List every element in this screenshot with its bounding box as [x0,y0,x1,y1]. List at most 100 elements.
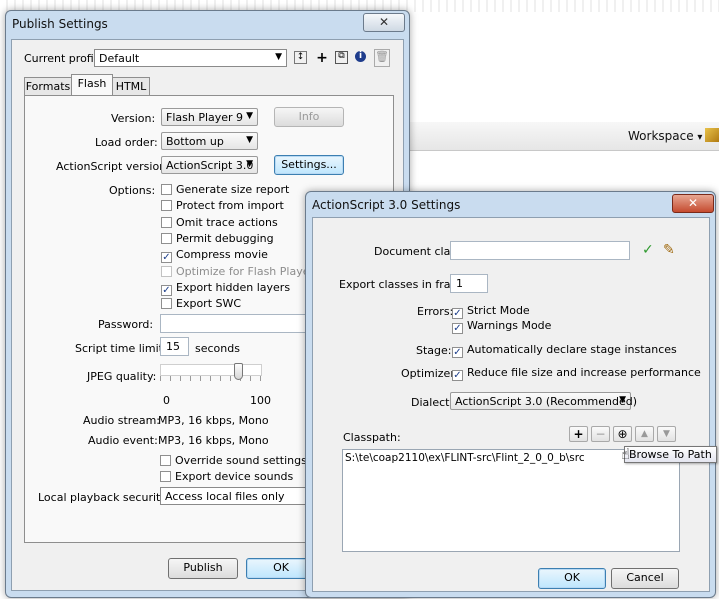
local-security-select[interactable]: Access local files only [160,487,320,505]
as-version-select[interactable]: ActionScript 3.0 ▼ [161,156,258,174]
dialect-select[interactable]: ActionScript 3.0 (Recommended) ▼ [450,392,637,410]
local-security-value: Access local files only [165,490,285,503]
script-limit-field[interactable]: 15 [160,337,189,356]
workspace-label: Workspace [628,129,694,143]
slider-ticks [160,376,262,381]
publish-titlebar: Publish Settings ✕ [6,11,409,35]
checkbox-box: ✓ [161,284,172,296]
chevron-down-icon: ▼ [275,52,282,62]
triangle-down-icon: ▼ [663,429,670,439]
jpeg-quality-slider[interactable] [160,363,262,382]
checkbox-box: ✓ [452,308,463,319]
option-checkbox[interactable]: Omit trace actions [161,216,278,230]
password-label: Password: [98,318,154,331]
optimizer-value-label: Reduce file size and increase performanc… [467,366,701,379]
add-profile-icon[interactable]: + [315,51,329,65]
duplicate-profile-icon[interactable]: ⧉ [335,51,348,64]
jpeg-quality-label: JPEG quality: [87,370,157,383]
as-settings-button[interactable]: Settings... [274,155,344,175]
workspace-menu[interactable]: Workspace ▾ [628,129,702,143]
profile-info-icon[interactable]: i [355,51,366,62]
info-button-label: Info [298,110,320,123]
tab-html[interactable]: HTML [112,77,150,95]
checkbox-box [160,471,171,482]
slider-thumb[interactable] [234,363,244,380]
optimizer-checkbox[interactable]: ✓ Reduce file size and increase performan… [452,366,701,381]
pencil-icon[interactable] [705,128,719,142]
option-label: Protect from import [176,199,284,213]
option-checkbox[interactable]: Export SWC [161,297,241,311]
as3-cancel-button[interactable]: Cancel [611,568,679,589]
checkbox-box [160,455,171,466]
checkbox-box [161,216,172,228]
add-path-button[interactable]: + [569,426,588,442]
move-up-button[interactable]: ▲ [635,426,654,442]
tab-html-label: HTML [115,80,147,93]
as3-client: Document class: ✓ ✎ Export classes in fr… [312,217,717,592]
optimizer-label: Optimizer: [401,367,459,380]
tab-flash[interactable]: Flash [71,74,113,95]
publish-button[interactable]: Publish [168,558,238,579]
jpeg-max-label: 100 [250,394,271,407]
browse-path-button[interactable]: ⊕ [613,426,632,442]
import-export-icon[interactable]: ↕ [294,51,307,64]
publish-close-button[interactable]: ✕ [363,13,405,32]
override-sound-label: Override sound settings [175,454,307,467]
profile-select[interactable]: Default ▼ [94,49,287,67]
classpath-list[interactable]: S:\te\coap2110\ex\FLINT-src\Flint_2_0_0_… [342,449,680,552]
export-device-sounds-label: Export device sounds [175,470,294,483]
as3-ok-button[interactable]: OK [538,568,606,589]
script-limit-label: Script time limit: [75,342,167,355]
checkbox-box: ✓ [452,347,463,358]
warnings-mode-checkbox[interactable]: ✓ Warnings Mode [452,319,551,334]
delete-profile-icon[interactable]: 🗑 [374,49,390,67]
audio-event-value[interactable]: MP3, 16 kbps, Mono [158,434,269,447]
load-order-value: Bottom up [166,135,224,148]
version-select[interactable]: Flash Player 9 ▼ [161,108,258,126]
export-device-sounds-checkbox[interactable]: Export device sounds [160,470,293,484]
strict-mode-checkbox[interactable]: ✓ Strict Mode [452,304,530,319]
option-checkbox[interactable]: ✓ Compress movie [161,248,268,264]
local-security-label: Local playback security: [38,491,170,504]
option-checkbox[interactable]: Permit debugging [161,232,274,246]
checkbox-box [161,232,172,244]
slider-track [160,364,262,376]
export-frame-field[interactable]: 1 [450,274,488,293]
remove-path-button[interactable]: − [591,426,610,442]
as3-title: ActionScript 3.0 Settings [312,198,461,212]
as3-close-button[interactable]: ✕ [672,194,714,213]
declare-stage-label: Automatically declare stage instances [467,343,677,356]
version-value: Flash Player 9 [166,111,244,124]
check-icon[interactable]: ✓ [642,242,654,258]
classpath-label: Classpath: [343,431,401,444]
audio-stream-value[interactable]: MP3, 16 kbps, Mono [158,414,269,427]
option-checkbox[interactable]: ✓ Export hidden layers [161,281,290,296]
minus-icon: − [595,427,606,441]
as3-titlebar: ActionScript 3.0 Settings ✕ [306,192,715,216]
declare-stage-checkbox[interactable]: ✓ Automatically declare stage instances [452,343,677,358]
checkbox-box [161,200,172,212]
info-button[interactable]: Info [274,107,344,127]
as3-cancel-button-label: Cancel [626,571,664,584]
option-checkbox[interactable]: Generate size report [161,183,289,197]
load-order-select[interactable]: Bottom up ▼ [161,132,258,150]
tab-formats-label: Formats [25,80,71,93]
checkbox-box: ✓ [452,323,463,334]
dialect-label: Dialect: [411,396,454,409]
classpath-entry[interactable]: S:\te\coap2110\ex\FLINT-src\Flint_2_0_0_… [345,452,585,464]
edit-pencil-icon[interactable]: ✎ [663,242,675,258]
browse-path-tooltip: Browse To Path [624,446,717,463]
password-field[interactable] [160,314,320,333]
as-version-label: ActionScript version: [56,160,170,173]
override-sound-checkbox[interactable]: Override sound settings [160,454,307,468]
checkbox-box: ✓ [161,252,172,264]
move-down-button[interactable]: ▼ [657,426,676,442]
seconds-label: seconds [195,342,240,355]
errors-label: Errors: [417,305,454,318]
chevron-down-icon: ▼ [246,159,253,169]
option-checkbox[interactable]: Protect from import [161,199,284,213]
doc-class-field[interactable] [450,241,630,260]
tab-formats[interactable]: Formats [24,77,72,95]
checkbox-box [161,265,172,277]
audio-event-label: Audio event: [88,434,158,447]
